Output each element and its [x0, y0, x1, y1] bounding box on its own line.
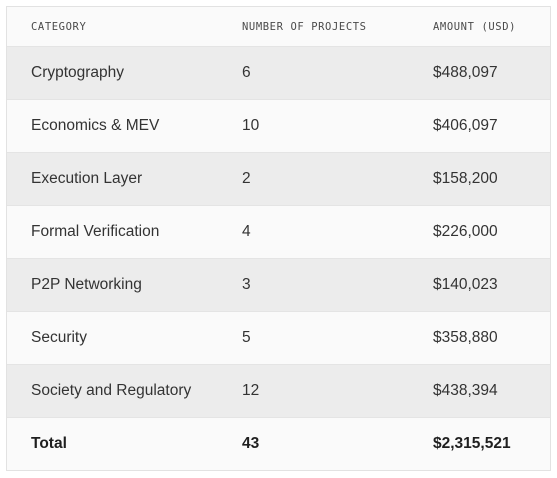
category-cell: Security [31, 329, 87, 346]
category-cell: Society and Regulatory [31, 382, 192, 399]
header-category: CATEGORY [31, 20, 87, 33]
category-cell: Cryptography [31, 64, 125, 81]
table-row: Security 5 $358,880 [7, 312, 550, 365]
table-row: Formal Verification 4 $226,000 [7, 206, 550, 259]
table-row: Execution Layer 2 $158,200 [7, 153, 550, 206]
table-row: Cryptography 6 $488,097 [7, 47, 550, 100]
table-row: Economics & MEV 10 $406,097 [7, 100, 550, 153]
funding-table: CATEGORY NUMBER OF PROJECTS AMOUNT (USD)… [6, 6, 551, 471]
amount-cell: $140,023 [433, 276, 498, 293]
category-cell: Execution Layer [31, 170, 143, 187]
header-projects: NUMBER OF PROJECTS [242, 20, 367, 33]
table-row: Society and Regulatory 12 $438,394 [7, 365, 550, 418]
projects-cell: 12 [242, 382, 260, 399]
projects-cell: 10 [242, 117, 260, 134]
amount-cell: $438,394 [433, 382, 498, 399]
amount-cell: $488,097 [433, 64, 498, 81]
amount-cell: $406,097 [433, 117, 498, 134]
total-amount: $2,315,521 [433, 435, 511, 452]
table-header: CATEGORY NUMBER OF PROJECTS AMOUNT (USD) [7, 7, 550, 47]
amount-cell: $158,200 [433, 170, 498, 187]
category-cell: Economics & MEV [31, 117, 160, 134]
projects-cell: 3 [242, 276, 251, 293]
category-cell: P2P Networking [31, 276, 142, 293]
total-row: Total 43 $2,315,521 [7, 418, 550, 470]
projects-cell: 6 [242, 64, 251, 81]
amount-cell: $358,880 [433, 329, 498, 346]
table-row: P2P Networking 3 $140,023 [7, 259, 550, 312]
total-projects: 43 [242, 435, 260, 452]
projects-cell: 4 [242, 223, 251, 240]
amount-cell: $226,000 [433, 223, 498, 240]
category-cell: Formal Verification [31, 223, 160, 240]
header-amount: AMOUNT (USD) [433, 20, 517, 33]
projects-cell: 5 [242, 329, 251, 346]
total-label: Total [31, 435, 67, 452]
projects-cell: 2 [242, 170, 251, 187]
